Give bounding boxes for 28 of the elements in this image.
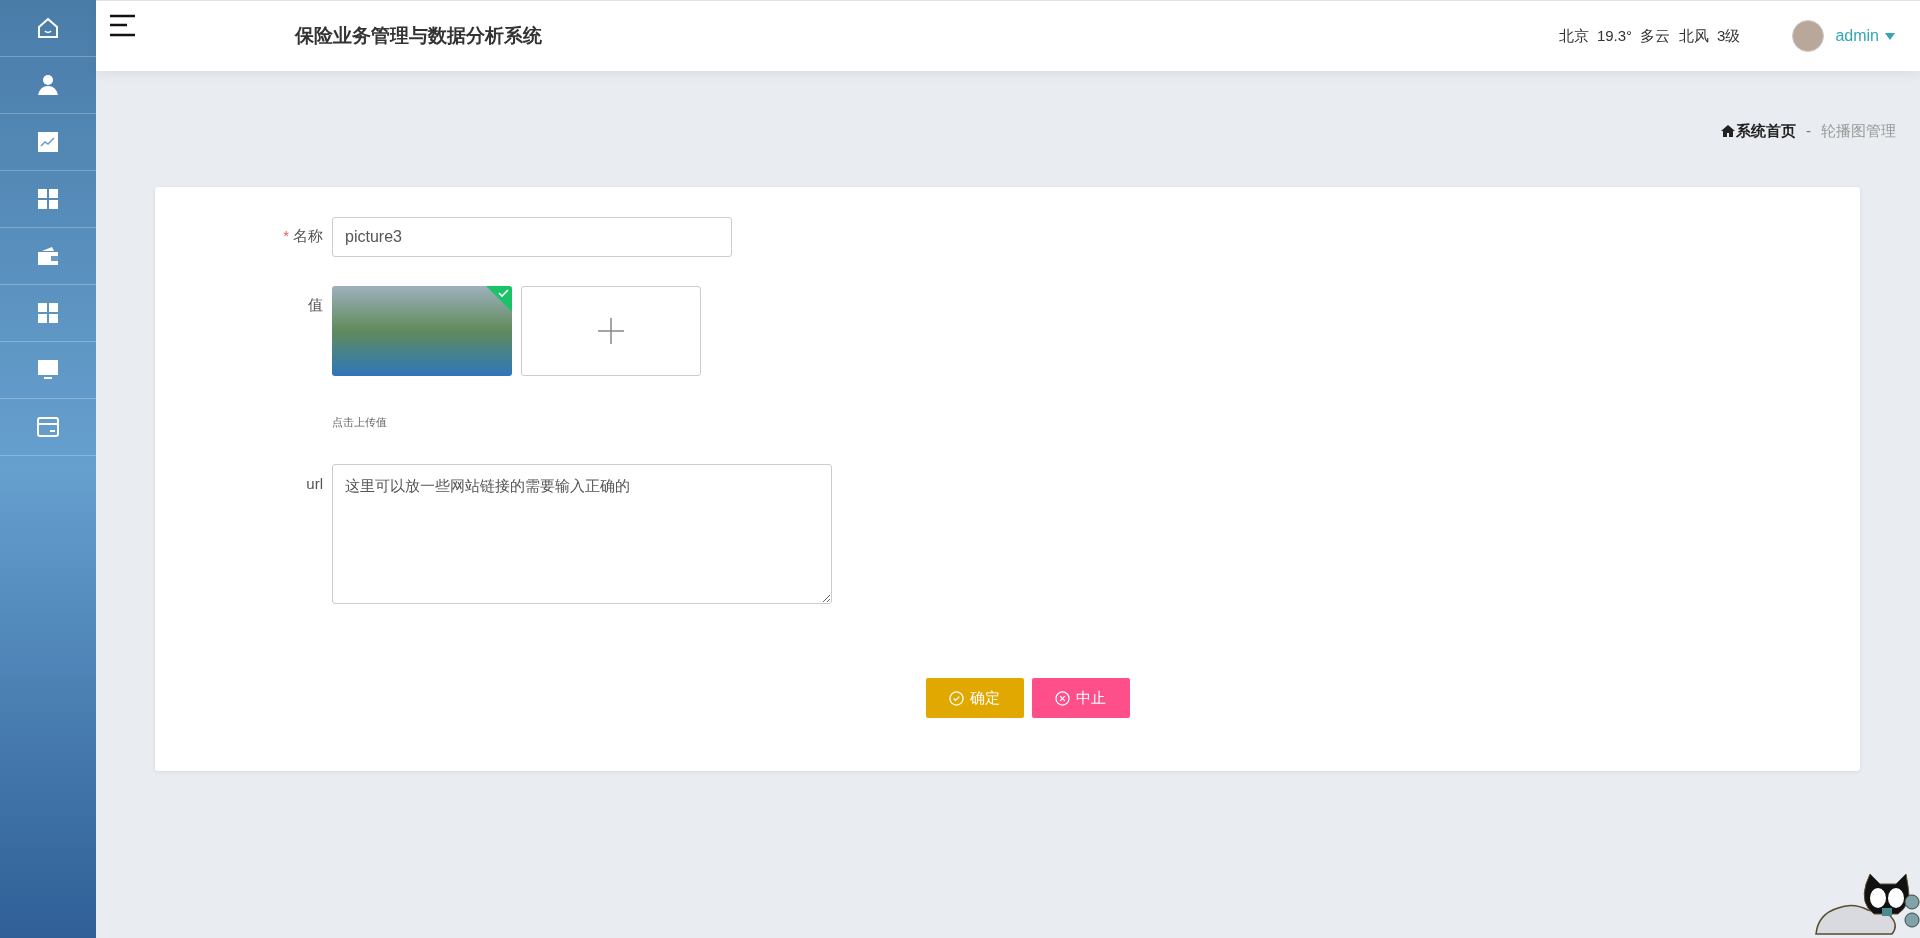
name-input[interactable]: picture3: [332, 216, 732, 257]
close-circle-icon: [1055, 690, 1070, 706]
check-corner-icon: [486, 285, 512, 312]
home-icon: [37, 17, 59, 39]
current-page: 轮播图管理: [1821, 121, 1896, 141]
url-textarea[interactable]: 这里可以放一些网站链接的需要输入正确的: [332, 464, 832, 604]
menu-icon[interactable]: [109, 14, 136, 37]
grid-icon: [38, 303, 58, 323]
system-title: 保险业务管理与数据分析系统: [295, 23, 542, 48]
home-breadcrumb[interactable]: 系统首页: [1721, 120, 1796, 143]
field-label: url: [306, 473, 323, 494]
line-chart-icon: [38, 132, 58, 152]
wallet-icon: [38, 247, 58, 265]
weather-info: 北京 19.3° 多云 北风 3级: [1558, 25, 1741, 46]
field-label: 名称: [293, 226, 323, 247]
home-icon: [1721, 125, 1735, 138]
required-mark: *: [283, 226, 289, 247]
field-label: 值: [308, 295, 323, 316]
upload-hint: 点击上传值: [332, 414, 387, 430]
avatar: [1792, 20, 1825, 52]
card-icon: [37, 417, 59, 437]
monitor-icon: [38, 360, 58, 380]
caret-icon: [1885, 32, 1895, 40]
breadcrumb-separator: -: [1806, 121, 1811, 141]
plus-icon: [598, 317, 624, 344]
check-circle-icon: [949, 690, 964, 706]
grid-icon: [38, 189, 58, 209]
user-icon: [37, 74, 59, 96]
